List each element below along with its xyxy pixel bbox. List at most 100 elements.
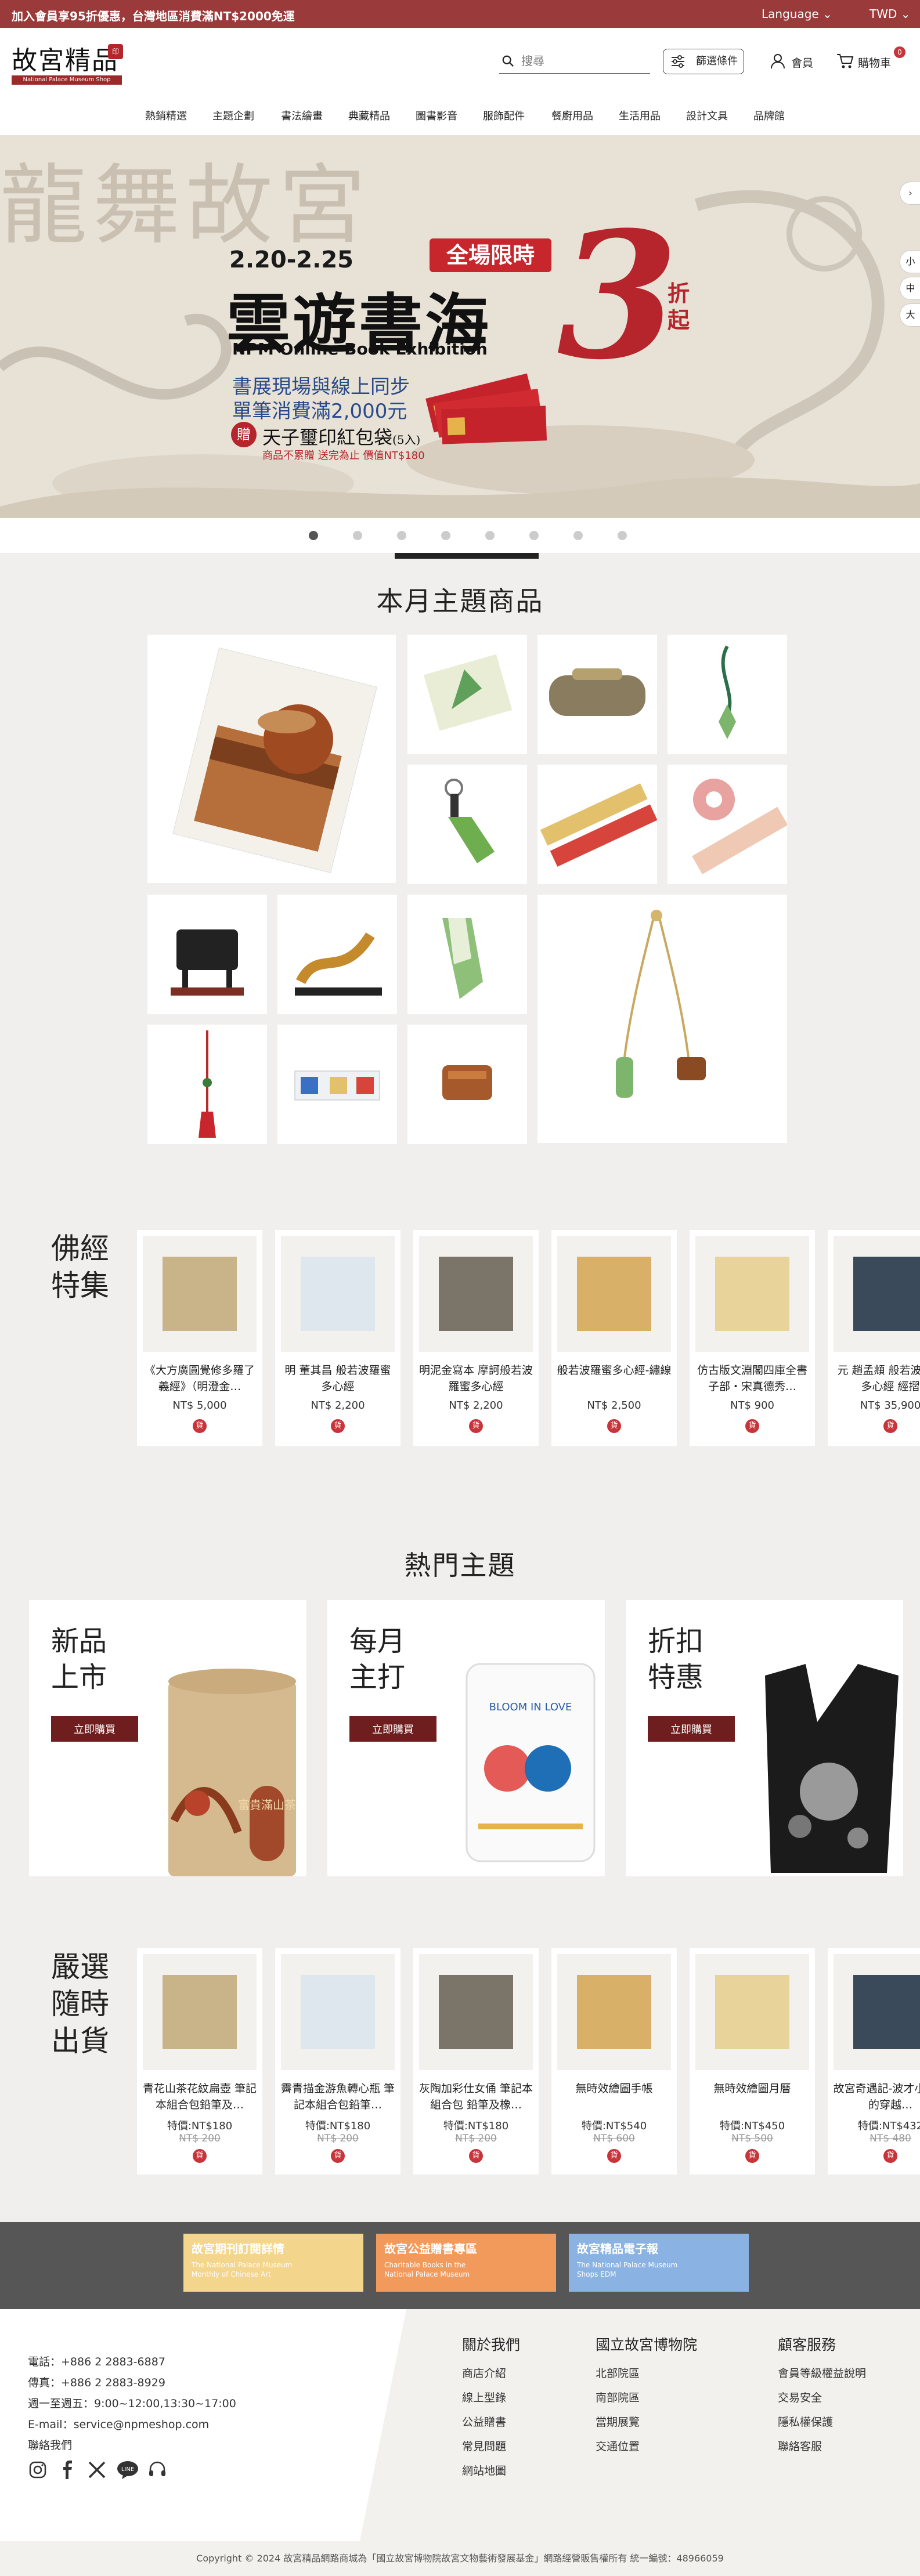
font-size-large[interactable]: 大	[900, 303, 920, 327]
carousel-dot[interactable]	[618, 531, 627, 540]
monthly-tile-9[interactable]	[277, 895, 397, 1014]
footer-contact-link[interactable]: 聯絡我們	[28, 2437, 72, 2452]
footer-link[interactable]: 聯絡客服	[778, 2438, 822, 2454]
product-card[interactable]: 故宮奇遇記-波才小英雄的穿越… 特價:NT$432NT$ 480 貨	[828, 1948, 920, 2175]
font-size-small[interactable]: 小	[900, 250, 920, 273]
footer-link[interactable]: 商店介紹	[462, 2365, 506, 2380]
x-icon[interactable]	[87, 2460, 107, 2482]
in-stock-badge: 貨	[193, 2149, 207, 2163]
product-image	[281, 1954, 395, 2070]
filter-button[interactable]: 篩選條件	[663, 49, 744, 74]
product-card[interactable]: 明 董其昌 般若波羅蜜多心經 NT$ 2,200 貨	[275, 1230, 401, 1446]
carousel-dot[interactable]	[573, 531, 583, 540]
carousel-dot[interactable]	[353, 531, 362, 540]
headset-icon[interactable]	[147, 2460, 167, 2482]
svg-text:LINE: LINE	[121, 2466, 134, 2473]
nav-item-themes[interactable]: 主題企劃	[212, 108, 254, 123]
banner-charity-books[interactable]: 故宮公益贈書專區 Charitable Books in the National…	[376, 2234, 556, 2292]
footer-link[interactable]: 當期展覽	[596, 2414, 640, 2429]
footer-link[interactable]: 常見問題	[462, 2438, 506, 2454]
monthly-tile-13[interactable]	[407, 1025, 527, 1144]
monthly-tile-7[interactable]	[668, 765, 787, 884]
nav-item-living[interactable]: 生活用品	[619, 108, 661, 123]
carousel-dot[interactable]	[397, 531, 406, 540]
product-name: 《大方廣圓覺修多羅了義經》（明澄金…	[144, 1364, 255, 1393]
search-box	[499, 50, 650, 74]
site-logo[interactable]: 故宮精品 印 National Palace Museum Shop	[12, 37, 128, 85]
footer-link[interactable]: 網站地圖	[462, 2462, 506, 2478]
footer-link[interactable]: 南部院區	[596, 2389, 640, 2405]
product-card[interactable]: 無時效繪圖手帳 特價:NT$540 NT$ 600 貨	[551, 1948, 677, 2175]
nav-item-books[interactable]: 圖書影音	[416, 108, 457, 123]
search-icon[interactable]	[502, 55, 514, 67]
nav-item-calligraphy[interactable]: 書法繪畫	[281, 108, 323, 123]
facebook-icon[interactable]	[58, 2460, 78, 2482]
product-image	[407, 895, 527, 1014]
nav-item-bestsellers[interactable]: 熱銷精選	[145, 108, 187, 123]
monthly-tile-8[interactable]	[147, 895, 267, 1014]
cart-count-badge: 0	[894, 46, 905, 58]
hot-card-discount[interactable]: 折扣 特惠 立即購買	[626, 1600, 903, 1876]
monthly-tile-10[interactable]	[407, 895, 527, 1014]
nav-item-kitchen[interactable]: 餐廚用品	[551, 108, 593, 123]
footer-link[interactable]: 會員等級權益說明	[778, 2365, 866, 2380]
product-card[interactable]: 《大方廣圓覺修多羅了義經》（明澄金… NT$ 5,000 貨	[137, 1230, 262, 1446]
carousel-dot[interactable]	[485, 531, 495, 540]
nav-item-apparel[interactable]: 服飾配件	[483, 108, 525, 123]
footer-link[interactable]: 交通位置	[596, 2438, 640, 2454]
monthly-tile-11[interactable]	[147, 1025, 267, 1144]
footer-link[interactable]: 隱私權保護	[778, 2414, 833, 2429]
footer-link[interactable]: 線上型錄	[462, 2389, 506, 2405]
nav-item-stationery[interactable]: 設計文具	[686, 108, 728, 123]
product-card[interactable]: 青花山茶花紋扁壺 筆記本組合包鉛筆及… 特價:NT$180 NT$ 200 貨	[137, 1948, 262, 2175]
instagram-icon[interactable]	[28, 2460, 48, 2482]
footer-link[interactable]: 公益贈書	[462, 2414, 506, 2429]
nav-item-brands[interactable]: 品牌館	[753, 108, 785, 123]
buy-now-button[interactable]: 立即購買	[51, 1716, 138, 1742]
ready-title: 嚴選 隨時 出貨	[51, 1948, 115, 2060]
next-arrow-icon[interactable]: ›	[900, 182, 920, 205]
hot-card-new[interactable]: 新品 上市 立即購買 富貴滿山茶	[29, 1600, 306, 1876]
hero-line2: 單筆消費滿2,000元	[232, 400, 407, 423]
in-stock-badge: 貨	[745, 1419, 759, 1433]
monthly-tile-6[interactable]	[537, 765, 657, 884]
monthly-tile-2[interactable]	[407, 635, 527, 754]
banner-periodical[interactable]: 故宮期刊訂閱詳情 The National Palace Museum Month…	[183, 2234, 363, 2292]
monthly-tile-12[interactable]	[277, 1025, 397, 1144]
monthly-tile-4[interactable]	[668, 635, 787, 754]
hot-card-monthly[interactable]: 每月 主打 立即購買 BLOOM IN LOVE	[327, 1600, 605, 1876]
footer-email[interactable]: E-mail：service@npmeshop.com	[28, 2416, 209, 2432]
product-card[interactable]: 霽青描金游魚轉心瓶 筆記本組合包鉛筆… 特價:NT$180 NT$ 200 貨	[275, 1948, 401, 2175]
product-card[interactable]: 灰陶加彩仕女俑 筆記本組合包 鉛筆及橡… 特價:NT$180 NT$ 200 貨	[413, 1948, 539, 2175]
currency-label: TWD	[870, 7, 897, 21]
hero-banner[interactable]: 龍舞故宮 2.20-2.25 全場限時 雲遊書海 3 折起 NPM Online…	[0, 135, 920, 518]
gift-qty: (5入)	[392, 433, 421, 447]
product-card[interactable]: 仿古版文淵閣四庫全書 子部・宋真德秀… NT$ 900 貨	[690, 1230, 815, 1446]
footer-link[interactable]: 交易安全	[778, 2389, 822, 2405]
line-icon[interactable]: LINE	[116, 2460, 139, 2482]
monthly-tile-large-2[interactable]	[537, 895, 787, 1143]
product-card[interactable]: 般若波羅蜜多心經-繡線 NT$ 2,500 貨	[551, 1230, 677, 1446]
font-size-medium[interactable]: 中	[900, 277, 920, 300]
product-card[interactable]: 無時效繪圖月曆 特價:NT$450 NT$ 500 貨	[690, 1948, 815, 2175]
carousel-dot[interactable]	[309, 531, 318, 540]
promo-text[interactable]: 加入會員享95折優惠，台灣地區消費滿NT$2000免運	[12, 7, 295, 24]
search-input[interactable]	[520, 52, 638, 71]
buy-now-button[interactable]: 立即購買	[648, 1716, 735, 1742]
banner-newsletter[interactable]: 故宮精品電子報 The National Palace Museum Shops …	[569, 2234, 749, 2292]
language-selector[interactable]: Language ⌄	[762, 7, 832, 21]
footer-link[interactable]: 北部院區	[596, 2365, 640, 2380]
carousel-dot[interactable]	[441, 531, 450, 540]
nav-item-collection[interactable]: 典藏精品	[348, 108, 390, 123]
monthly-tile-5[interactable]	[407, 765, 527, 884]
buy-now-button[interactable]: 立即購買	[349, 1716, 436, 1742]
carousel-dot[interactable]	[529, 531, 539, 540]
product-card[interactable]: 元 趙孟頫 般若波羅蜜多心經 經摺 NT$ 35,900 貨	[828, 1230, 920, 1446]
currency-selector[interactable]: TWD ⌄	[870, 7, 911, 21]
hero-discount-word: 折起	[668, 281, 690, 333]
monthly-tile-large-1[interactable]	[147, 635, 396, 883]
product-name: 般若波羅蜜多心經-繡線	[557, 1364, 672, 1377]
monthly-tile-3[interactable]	[537, 635, 657, 754]
product-card[interactable]: 明泥金寫本 摩訶般若波羅蜜多心經 NT$ 2,200 貨	[413, 1230, 539, 1446]
sliders-icon	[672, 55, 684, 68]
